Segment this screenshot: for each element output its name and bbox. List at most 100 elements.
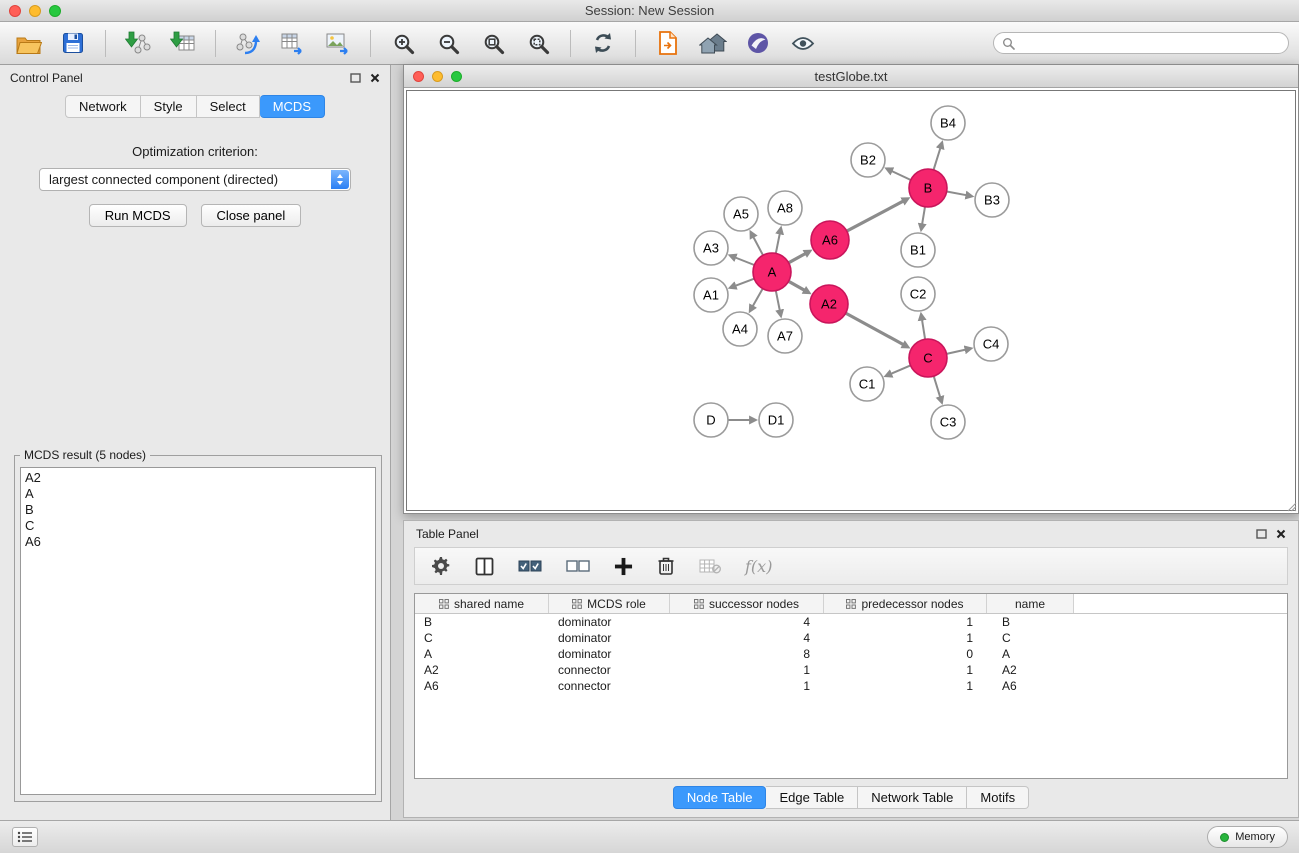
annotations-button[interactable]	[740, 26, 776, 60]
edge-C-C2[interactable]	[922, 320, 925, 340]
node-C[interactable]: C	[909, 339, 947, 377]
mcds-result-item[interactable]: B	[25, 502, 371, 518]
table-cell[interactable]: 1	[670, 678, 824, 694]
search-input[interactable]	[1020, 36, 1280, 50]
export-table-button[interactable]	[275, 26, 311, 60]
tab-edge-table[interactable]: Edge Table	[766, 786, 858, 809]
add-column-icon[interactable]	[614, 557, 633, 576]
node-B1[interactable]: B1	[901, 233, 935, 267]
column-header-shared-name[interactable]: shared name	[415, 594, 549, 613]
tab-select[interactable]: Select	[197, 95, 260, 118]
column-header-successor-nodes[interactable]: successor nodes	[670, 594, 824, 613]
mcds-result-item[interactable]: A6	[25, 534, 371, 550]
table-cell[interactable]: B	[987, 614, 1074, 630]
tab-network[interactable]: Network	[65, 95, 141, 118]
edge-B-B2[interactable]	[892, 171, 911, 180]
tab-motifs[interactable]: Motifs	[967, 786, 1029, 809]
mcds-result-item[interactable]: C	[25, 518, 371, 534]
table-cell[interactable]: B	[415, 614, 549, 630]
table-cell[interactable]: A6	[415, 678, 549, 694]
edge-A-A2[interactable]	[789, 281, 805, 290]
table-row[interactable]: Cdominator41C	[415, 630, 1287, 646]
table-cell[interactable]: dominator	[549, 630, 670, 646]
open-file-button[interactable]	[10, 26, 46, 60]
edge-B-B4[interactable]	[934, 148, 941, 170]
column-header-predecessor-nodes[interactable]: predecessor nodes	[824, 594, 987, 613]
table-cell[interactable]: C	[415, 630, 549, 646]
edge-C-C3[interactable]	[934, 376, 941, 397]
node-B2[interactable]: B2	[851, 143, 885, 177]
export-network-button[interactable]	[230, 26, 266, 60]
mcds-result-item[interactable]: A2	[25, 470, 371, 486]
close-network-window-button[interactable]	[413, 71, 424, 82]
criterion-dropdown[interactable]: largest connected component (directed)	[39, 168, 351, 191]
import-table-button[interactable]	[165, 26, 201, 60]
edge-C-C4[interactable]	[947, 350, 966, 354]
node-A2[interactable]: A2	[810, 285, 848, 323]
deselect-all-icon[interactable]	[566, 559, 590, 573]
edge-A-A1[interactable]	[735, 279, 754, 286]
home-button[interactable]	[695, 26, 731, 60]
node-A3[interactable]: A3	[694, 231, 728, 265]
table-cell[interactable]: dominator	[549, 646, 670, 662]
node-B[interactable]: B	[909, 169, 947, 207]
edge-A-A7[interactable]	[776, 291, 780, 311]
table-cell[interactable]: A	[415, 646, 549, 662]
float-panel-icon[interactable]	[350, 73, 361, 83]
close-panel-button[interactable]: Close panel	[201, 204, 302, 227]
node-C4[interactable]: C4	[974, 327, 1008, 361]
zoom-network-window-button[interactable]	[451, 71, 462, 82]
memory-button[interactable]: Memory	[1207, 826, 1288, 848]
select-all-icon[interactable]	[518, 559, 542, 573]
close-table-panel-icon[interactable]	[1276, 529, 1286, 539]
minimize-window-button[interactable]	[29, 5, 41, 17]
export-image-button[interactable]	[320, 26, 356, 60]
table-row[interactable]: A2connector11A2	[415, 662, 1287, 678]
network-graph[interactable]: AA1A2A3A4A5A6A7A8BB1B2B3B4CC1C2C3C4DD1	[407, 91, 1296, 511]
hide-columns-icon[interactable]	[699, 558, 721, 574]
show-details-button[interactable]	[785, 26, 821, 60]
table-cell[interactable]: dominator	[549, 614, 670, 630]
node-C2[interactable]: C2	[901, 277, 935, 311]
run-mcds-button[interactable]: Run MCDS	[89, 204, 187, 227]
function-builder-icon[interactable]: f(x)	[745, 557, 772, 576]
save-session-button[interactable]	[55, 26, 91, 60]
table-cell[interactable]: connector	[549, 662, 670, 678]
table-cell[interactable]: 8	[670, 646, 824, 662]
network-window-header[interactable]: testGlobe.txt	[404, 65, 1298, 88]
table-cell[interactable]: 1	[824, 614, 987, 630]
edge-A2-C[interactable]	[846, 313, 904, 345]
table-cell[interactable]: connector	[549, 678, 670, 694]
table-row[interactable]: Bdominator41B	[415, 614, 1287, 630]
table-row[interactable]: A6connector11A6	[415, 678, 1287, 694]
zoom-selected-button[interactable]	[520, 26, 556, 60]
session-document-button[interactable]	[650, 26, 686, 60]
import-network-button[interactable]	[120, 26, 156, 60]
tab-style[interactable]: Style	[141, 95, 197, 118]
table-cell[interactable]: A	[987, 646, 1074, 662]
node-B3[interactable]: B3	[975, 183, 1009, 217]
node-A4[interactable]: A4	[723, 312, 757, 346]
node-C3[interactable]: C3	[931, 405, 965, 439]
gear-icon[interactable]	[431, 556, 451, 576]
minimize-network-window-button[interactable]	[432, 71, 443, 82]
float-table-panel-icon[interactable]	[1256, 529, 1267, 539]
tab-node-table[interactable]: Node Table	[673, 786, 767, 809]
node-A8[interactable]: A8	[768, 191, 802, 225]
mcds-result-item[interactable]: A	[25, 486, 371, 502]
table-cell[interactable]: A2	[415, 662, 549, 678]
tab-mcds[interactable]: MCDS	[260, 95, 325, 118]
table-cell[interactable]: A2	[987, 662, 1074, 678]
columns-icon[interactable]	[475, 557, 494, 576]
edge-A-A5[interactable]	[753, 237, 763, 255]
table-cell[interactable]: 1	[824, 630, 987, 646]
network-canvas[interactable]: AA1A2A3A4A5A6A7A8BB1B2B3B4CC1C2C3C4DD1	[406, 90, 1296, 511]
table-cell[interactable]: 1	[824, 662, 987, 678]
table-cell[interactable]: 0	[824, 646, 987, 662]
mcds-result-list[interactable]: A2ABCA6	[20, 467, 376, 795]
node-D[interactable]: D	[694, 403, 728, 437]
delete-column-icon[interactable]	[657, 556, 675, 576]
table-cell[interactable]: 1	[824, 678, 987, 694]
table-cell[interactable]: 4	[670, 630, 824, 646]
table-row[interactable]: Adominator80A	[415, 646, 1287, 662]
